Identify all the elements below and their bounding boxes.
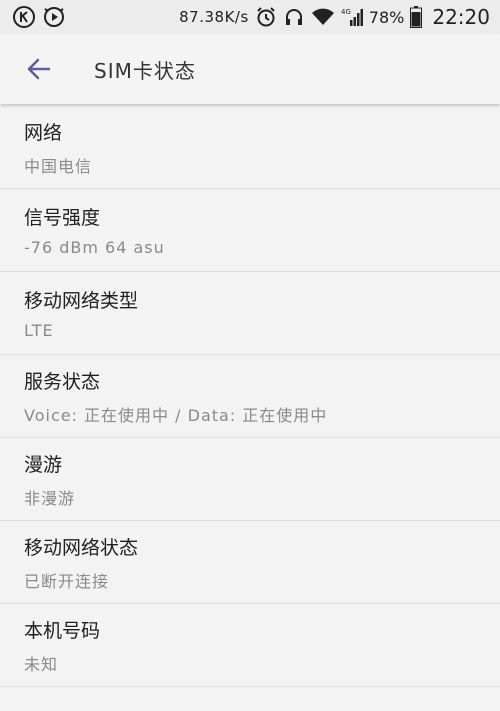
- item-title: 移动网络类型: [24, 290, 139, 312]
- arrow-left-icon: [27, 58, 51, 80]
- item-title: 服务状态: [24, 370, 101, 393]
- item-title: 移动网络状态: [24, 536, 139, 559]
- sim-status-list: 网络 中国电信 信号强度 -76 dBm 64 asu 移动网络类型 LTE 服…: [0, 106, 500, 687]
- wifi-icon: [311, 7, 335, 27]
- network-speed: 87.38K/s: [179, 8, 249, 26]
- status-bar: 87.38K/s 4G 78% 22:20: [0, 0, 500, 34]
- item-value: 已断开连接: [24, 571, 110, 591]
- media-play-icon: [42, 5, 66, 29]
- battery-percent: 78%: [368, 7, 405, 27]
- item-title: 本机号码: [24, 619, 101, 642]
- list-item-service-state[interactable]: 服务状态 Voice: 正在使用中 / Data: 正在使用中: [0, 355, 500, 438]
- list-item-network[interactable]: 网络 中国电信: [0, 106, 500, 189]
- item-value: Voice: 正在使用中 / Data: 正在使用中: [24, 405, 328, 425]
- item-value: 未知: [24, 654, 59, 674]
- item-value: 非漫游: [24, 488, 76, 508]
- list-item-roaming[interactable]: 漫游 非漫游: [0, 438, 500, 521]
- app-bar: SIM卡状态: [0, 34, 500, 104]
- item-value: -76 dBm 64 asu: [24, 238, 165, 257]
- item-title: 信号强度: [24, 207, 101, 229]
- item-title: 漫游: [24, 453, 63, 476]
- list-item-network-state[interactable]: 移动网络状态 已断开连接: [0, 521, 500, 604]
- list-item-signal-strength[interactable]: 信号强度 -76 dBm 64 asu: [0, 189, 500, 272]
- list-item-phone-number[interactable]: 本机号码 未知: [0, 604, 500, 687]
- alarm-icon: [255, 6, 277, 28]
- item-title: 网络: [24, 121, 63, 144]
- item-value: 中国电信: [24, 156, 93, 176]
- back-button[interactable]: [24, 54, 54, 84]
- network-type-badge: 4G: [341, 8, 351, 16]
- cellular-signal-icon: 4G: [341, 6, 363, 28]
- headphones-icon: [283, 6, 305, 28]
- k-app-icon: [12, 5, 36, 29]
- list-item-network-type[interactable]: 移动网络类型 LTE: [0, 272, 500, 355]
- page-title: SIM卡状态: [94, 58, 196, 83]
- clock: 22:20: [432, 5, 490, 29]
- battery-icon: [410, 6, 423, 28]
- item-value: LTE: [24, 321, 54, 340]
- status-right: 87.38K/s 4G 78% 22:20: [179, 5, 500, 29]
- status-left: [0, 5, 66, 29]
